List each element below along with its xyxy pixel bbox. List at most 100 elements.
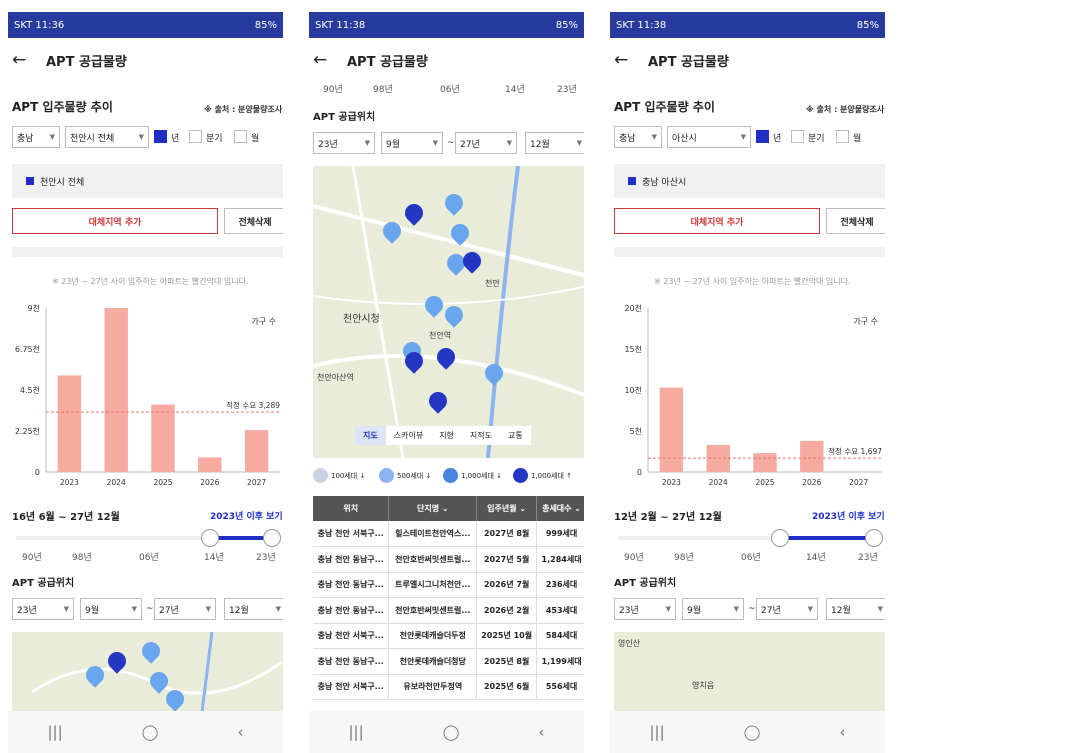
sido-select[interactable]: 충남 ▼ — [614, 126, 662, 148]
from-year-select[interactable]: 23년 ▼ — [313, 132, 375, 154]
table-row[interactable]: 충남 천안 서북구... 유보라천안두정역 2025년 6월 556세대 — [313, 674, 584, 700]
sido-select[interactable]: 충남 ▼ — [12, 126, 60, 148]
quarter-label: 분기 — [206, 134, 223, 144]
to-month-select[interactable]: 12월 ▼ — [224, 598, 283, 620]
range-start-handle[interactable] — [201, 529, 219, 547]
from-month-select[interactable]: 9월 ▼ — [80, 598, 142, 620]
map-tab[interactable]: 지적도 — [462, 426, 500, 445]
back-arrow-icon[interactable]: ← — [313, 50, 347, 70]
table-row[interactable]: 충남 천안 동남구... 천안호반써밋센트럴... 2027년 5월 1,284세대 — [313, 546, 584, 573]
from-month-select[interactable]: 9월 ▼ — [381, 132, 443, 154]
map-tab[interactable]: 교통 — [500, 426, 531, 445]
table-row[interactable]: 충남 천안 동남구... 천안롯데캐슬더청당 2025년 8월 1,199세대 — [313, 648, 584, 675]
selected-region: 천안시 전체 — [12, 164, 283, 198]
map-label: 천안 — [485, 279, 500, 288]
view-after-2023-link[interactable]: 2023년 이후 보기 — [210, 509, 283, 522]
bar — [151, 404, 175, 472]
table-row[interactable]: 충남 천안 서북구... 힐스테이트천안역스... 2027년 8월 999세대 — [313, 521, 584, 547]
table-cell: 천안롯데캐슬더청당 — [388, 648, 478, 675]
legend-label: 1,000세대 ↑ — [531, 471, 573, 480]
table-cell: 584세대 — [536, 623, 584, 649]
to-month-select[interactable]: 12월 ▼ — [826, 598, 885, 620]
from-year-select[interactable]: 23년 ▼ — [614, 598, 676, 620]
year-label: 년 — [773, 134, 782, 144]
sigungu-value: 아산시 — [672, 133, 697, 144]
delete-all-button[interactable]: 전체삭제 — [224, 208, 283, 234]
map-label: 천안역 — [429, 331, 452, 340]
sigungu-select[interactable]: 천안시 전체 ▼ — [65, 126, 149, 148]
x-tick-label: 2025 — [153, 478, 172, 487]
back-nav-icon[interactable]: ‹ — [839, 723, 845, 741]
table-cell: 2026년 7월 — [476, 572, 538, 598]
range-end-handle[interactable] — [865, 529, 883, 547]
add-region-button[interactable]: 대체지역 추가 — [12, 208, 218, 234]
year-checkbox[interactable] — [756, 130, 769, 143]
back-nav-icon[interactable]: ‹ — [237, 723, 243, 741]
delete-all-button[interactable]: 전체삭제 — [826, 208, 885, 234]
table-cell: 2027년 8월 — [476, 521, 538, 547]
legend-item: 1,000세대 ↓ — [443, 468, 502, 483]
to-year-select[interactable]: 27년 ▼ — [455, 132, 517, 154]
table-cell: 충남 천안 동남구... — [313, 572, 390, 598]
from-year-select[interactable]: 23년 ▼ — [12, 598, 74, 620]
add-region-button[interactable]: 대체지역 추가 — [614, 208, 820, 234]
tick-label: 23년 — [256, 553, 276, 563]
status-bar: SKT 11:36 85% — [8, 12, 283, 38]
month-checkbox[interactable] — [234, 130, 247, 143]
map-tab[interactable]: 지도 — [355, 426, 386, 445]
from-month-select[interactable]: 9월 ▼ — [682, 598, 744, 620]
table-row[interactable]: 충남 천안 동남구... 천안호반써밋센트럴... 2026년 2월 453세대 — [313, 597, 584, 624]
column-header[interactable]: 위치 — [313, 496, 390, 521]
dropdown-arrow-icon: ▼ — [576, 139, 582, 147]
trend-title: APT 입주물량 추이 — [12, 100, 113, 114]
status-bar: SKT 11:38 85% — [610, 12, 885, 38]
table-cell: 236세대 — [536, 572, 584, 598]
from-year-value: 23년 — [619, 605, 639, 616]
dropdown-arrow-icon: ▼ — [651, 133, 657, 141]
bar — [104, 308, 128, 472]
column-header[interactable]: 단지명 ⌄ — [388, 496, 478, 521]
to-month-value: 12월 — [229, 605, 249, 616]
large-pin-icon — [443, 468, 458, 483]
table-row[interactable]: 충남 천안 서북구... 천안롯데캐슬더두정 2025년 10월 584세대 — [313, 623, 584, 649]
table-cell: 충남 천안 서북구... — [313, 674, 390, 700]
table-cell: 힐스테이트천안역스... — [388, 521, 478, 547]
month-checkbox[interactable] — [836, 130, 849, 143]
to-year-select[interactable]: 27년 ▼ — [756, 598, 818, 620]
recent-apps-icon[interactable]: ||| — [650, 723, 665, 741]
table-cell: 충남 천안 서북구... — [313, 521, 390, 547]
location-title: APT 공급위치 — [12, 578, 75, 589]
map-tab[interactable]: 스카이뷰 — [386, 426, 431, 445]
dropdown-arrow-icon: ▼ — [877, 605, 883, 613]
back-arrow-icon[interactable]: ← — [614, 50, 648, 70]
map-tab[interactable]: 지형 — [431, 426, 462, 445]
supply-map[interactable] — [12, 632, 283, 712]
legend-label: 가구 수 — [853, 317, 878, 326]
to-year-select[interactable]: 27년 ▼ — [154, 598, 216, 620]
back-arrow-icon[interactable]: ← — [12, 50, 46, 70]
recent-apps-icon[interactable]: ||| — [48, 723, 63, 741]
quarter-checkbox[interactable] — [189, 130, 202, 143]
range-end-handle[interactable] — [263, 529, 281, 547]
recent-apps-icon[interactable]: ||| — [349, 723, 364, 741]
home-icon[interactable]: ◯ — [744, 723, 761, 741]
region-color-swatch — [628, 177, 636, 185]
view-after-2023-link[interactable]: 2023년 이후 보기 — [812, 509, 885, 522]
supply-map[interactable]: 영인산 영치읍 — [614, 632, 885, 712]
home-icon[interactable]: ◯ — [443, 723, 460, 741]
tick-label: 06년 — [741, 553, 761, 563]
supply-map[interactable]: 천안시청 천안역 천안아산역 천안 지도 스카이뷰 지형 지적도 교통 — [313, 166, 584, 458]
column-header[interactable]: 총세대수 ⌄ — [536, 496, 584, 521]
range-start-handle[interactable] — [771, 529, 789, 547]
dropdown-arrow-icon: ▼ — [807, 605, 813, 613]
table-row[interactable]: 충남 천안 동남구... 트루엘시그니처천안... 2026년 7월 236세대 — [313, 572, 584, 598]
back-nav-icon[interactable]: ‹ — [538, 723, 544, 741]
to-month-select[interactable]: 12월 ▼ — [525, 132, 584, 154]
quarter-checkbox[interactable] — [791, 130, 804, 143]
y-tick-label: 0 — [35, 468, 40, 477]
home-icon[interactable]: ◯ — [142, 723, 159, 741]
sigungu-select[interactable]: 아산시 ▼ — [667, 126, 751, 148]
year-checkbox[interactable] — [154, 130, 167, 143]
legend-item: 100세대 ↓ — [313, 468, 365, 483]
column-header[interactable]: 입주년월 ⌄ — [476, 496, 538, 521]
